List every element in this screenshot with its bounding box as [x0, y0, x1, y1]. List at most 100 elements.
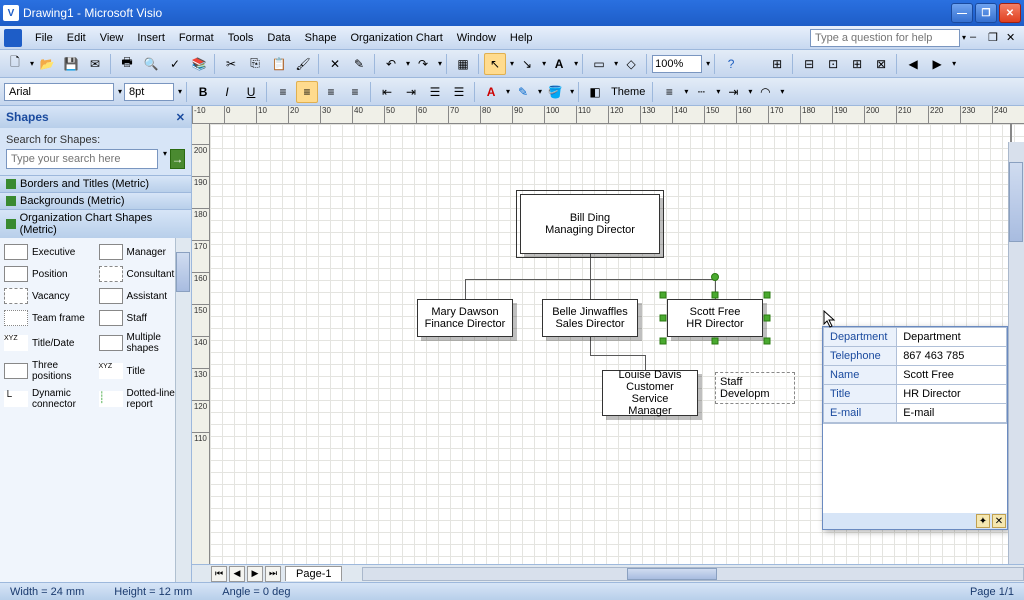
- shapes-search-go[interactable]: →: [170, 149, 185, 169]
- bold-button[interactable]: B: [192, 81, 214, 103]
- paste-button[interactable]: 📋: [268, 53, 290, 75]
- shape-teamframe[interactable]: Team frame: [2, 308, 95, 328]
- page-prev[interactable]: ◀: [229, 566, 245, 582]
- shape-data-value[interactable]: 867 463 785: [897, 347, 1007, 366]
- stencil-borders[interactable]: Borders and Titles (Metric): [0, 175, 191, 192]
- menu-view[interactable]: View: [93, 30, 131, 46]
- stencil-backgrounds[interactable]: Backgrounds (Metric): [0, 192, 191, 209]
- resize-handle[interactable]: [712, 338, 719, 345]
- rotate-handle[interactable]: [711, 273, 719, 281]
- page-first[interactable]: ⏮: [211, 566, 227, 582]
- indent-inc-button[interactable]: ⇥: [400, 81, 422, 103]
- org-box-finance[interactable]: Mary Dawson Finance Director: [417, 299, 513, 337]
- delete-button[interactable]: ✕: [324, 53, 346, 75]
- resize-handle[interactable]: [660, 292, 667, 299]
- org-box-managing-director[interactable]: Bill Ding Managing Director: [520, 194, 660, 254]
- line-weight-button[interactable]: ≡: [658, 81, 680, 103]
- save-button[interactable]: 💾: [60, 53, 82, 75]
- email-button[interactable]: ✉: [84, 53, 106, 75]
- theme-label[interactable]: Theme: [608, 86, 648, 98]
- bullets-button[interactable]: ☰: [424, 81, 446, 103]
- text-tool[interactable]: A: [548, 53, 570, 75]
- org-relayout-button[interactable]: ⊞: [766, 53, 788, 75]
- stencil-orgchart[interactable]: Organization Chart Shapes (Metric): [0, 209, 191, 238]
- paint-button[interactable]: ✎: [348, 53, 370, 75]
- shape-data-value[interactable]: E-mail: [897, 404, 1007, 423]
- resize-handle[interactable]: [764, 315, 771, 322]
- size-select[interactable]: [124, 83, 174, 101]
- help-search-dropdown[interactable]: ▾: [960, 33, 966, 42]
- zoom-input[interactable]: [652, 55, 702, 73]
- page-next[interactable]: ▶: [247, 566, 263, 582]
- shapes-scrollbar[interactable]: [175, 238, 191, 582]
- maximize-button[interactable]: ❐: [975, 3, 997, 23]
- menu-edit[interactable]: Edit: [60, 30, 93, 46]
- indent-dec-button[interactable]: ⇤: [376, 81, 398, 103]
- minimize-button[interactable]: —: [951, 3, 973, 23]
- resize-handle[interactable]: [712, 292, 719, 299]
- font-color-button[interactable]: A: [480, 81, 502, 103]
- shape-executive[interactable]: Executive: [2, 242, 95, 262]
- doc-close[interactable]: ✕: [1006, 31, 1020, 45]
- menu-orgchart[interactable]: Organization Chart: [343, 30, 449, 46]
- shapes-close-icon[interactable]: ✕: [176, 111, 185, 124]
- org-moveright-button[interactable]: ▶: [926, 53, 948, 75]
- org-horiz-button[interactable]: ⊟: [798, 53, 820, 75]
- menu-window[interactable]: Window: [450, 30, 503, 46]
- resize-handle[interactable]: [660, 338, 667, 345]
- shape-vacancy[interactable]: Vacancy: [2, 286, 95, 306]
- menu-format[interactable]: Format: [172, 30, 221, 46]
- canvas-vscroll[interactable]: [1008, 142, 1024, 564]
- org-box-sales[interactable]: Belle Jinwaffles Sales Director: [542, 299, 638, 337]
- menu-tools[interactable]: Tools: [221, 30, 261, 46]
- shape-dynconn[interactable]: └Dynamic connector: [2, 386, 95, 412]
- shape-tool[interactable]: ◇: [620, 53, 642, 75]
- menu-shape[interactable]: Shape: [298, 30, 344, 46]
- page-tab-1[interactable]: Page-1: [285, 566, 342, 581]
- org-vert-button[interactable]: ⊡: [822, 53, 844, 75]
- preview-button[interactable]: 🔍: [140, 53, 162, 75]
- menu-file[interactable]: File: [28, 30, 60, 46]
- font-select[interactable]: [4, 83, 114, 101]
- align-right-button[interactable]: ≡: [320, 81, 342, 103]
- rounding-button[interactable]: ◠: [754, 81, 776, 103]
- page-last[interactable]: ⏭: [265, 566, 281, 582]
- close-button[interactable]: ✕: [999, 3, 1021, 23]
- shape-threepos[interactable]: Three positions: [2, 358, 95, 384]
- italic-button[interactable]: I: [216, 81, 238, 103]
- shapes-search-input[interactable]: [6, 149, 158, 169]
- shapes-button[interactable]: ▦: [452, 53, 474, 75]
- format-painter-button[interactable]: 🖌: [292, 53, 314, 75]
- org-moveleft-button[interactable]: ◀: [902, 53, 924, 75]
- open-button[interactable]: 📂: [36, 53, 58, 75]
- connector-tool[interactable]: ↘: [516, 53, 538, 75]
- canvas-hscroll[interactable]: [362, 567, 1024, 581]
- spell-button[interactable]: ✓: [164, 53, 186, 75]
- org-box-staff-dev[interactable]: Staff Developm: [715, 372, 795, 404]
- help-button[interactable]: ?: [720, 53, 742, 75]
- line-pattern-button[interactable]: ┄: [690, 81, 712, 103]
- numbers-button[interactable]: ☰: [448, 81, 470, 103]
- print-button[interactable]: 🖶: [116, 53, 138, 75]
- pointer-tool[interactable]: ↖: [484, 53, 506, 75]
- help-search-input[interactable]: [810, 29, 960, 47]
- underline-button[interactable]: U: [240, 81, 262, 103]
- copy-button[interactable]: ⎘: [244, 53, 266, 75]
- doc-restore[interactable]: ❐: [988, 31, 1002, 45]
- align-center-button[interactable]: ≡: [296, 81, 318, 103]
- org-box-customer-service[interactable]: Louise Davis Customer Service Manager: [602, 370, 698, 416]
- shape-data-value[interactable]: HR Director: [897, 385, 1007, 404]
- resize-handle[interactable]: [764, 292, 771, 299]
- drawing-surface[interactable]: Bill Ding Managing Director Mary Dawson …: [210, 124, 1024, 564]
- theme-icon[interactable]: ◧: [584, 81, 606, 103]
- doc-minimize[interactable]: –: [970, 31, 984, 45]
- org-side-button[interactable]: ⊞: [846, 53, 868, 75]
- resize-handle[interactable]: [660, 315, 667, 322]
- line-ends-button[interactable]: ⇥: [722, 81, 744, 103]
- line-color-button[interactable]: ✎: [512, 81, 534, 103]
- align-justify-button[interactable]: ≡: [344, 81, 366, 103]
- align-left-button[interactable]: ≡: [272, 81, 294, 103]
- menu-data[interactable]: Data: [260, 30, 297, 46]
- shape-data-close-icon[interactable]: ✕: [992, 514, 1006, 528]
- shape-data-value[interactable]: Department: [897, 328, 1007, 347]
